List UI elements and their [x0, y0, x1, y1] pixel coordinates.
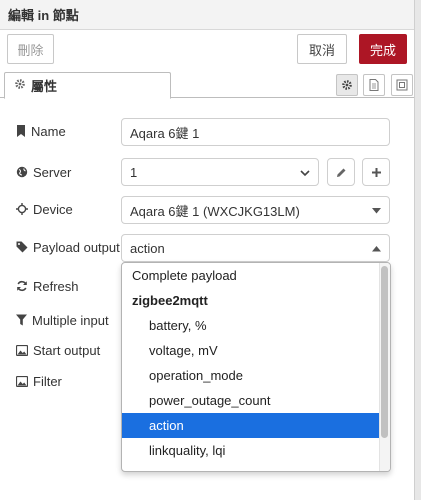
caret-up-icon: [372, 246, 381, 252]
tab-properties[interactable]: 屬性: [4, 72, 171, 99]
delete-button[interactable]: 刪除: [7, 34, 54, 64]
chevron-down-icon: [300, 170, 310, 177]
filter-icon: [16, 314, 27, 326]
tag-icon: [16, 241, 28, 253]
multiple-input-label: Multiple input: [16, 310, 109, 330]
refresh-label: Refresh: [16, 276, 79, 296]
dropdown-option[interactable]: Complete payload: [122, 263, 380, 288]
done-button[interactable]: 完成: [359, 34, 407, 64]
dropdown-option[interactable]: linkquality, lqi: [122, 438, 380, 463]
filter-label: Filter: [16, 371, 62, 391]
plus-icon: [371, 167, 381, 177]
start-output-label: Start output: [16, 340, 100, 360]
settings-tab-icon[interactable]: [336, 74, 358, 96]
dropdown-option[interactable]: battery, %: [122, 313, 380, 338]
dropdown-option[interactable]: power_outage_count: [122, 388, 380, 413]
image-icon: [16, 375, 28, 387]
editor-title-text: 編輯 in 節點: [8, 8, 79, 23]
cancel-button[interactable]: 取消: [297, 34, 347, 64]
payload-output-label: Payload output: [16, 237, 120, 257]
refresh-icon: [17, 280, 27, 292]
dropdown-scroll-thumb[interactable]: [381, 266, 388, 438]
payload-output-dropdown: Complete payload zigbee2mqtt battery, % …: [121, 262, 391, 472]
device-label: Device: [16, 199, 73, 219]
dropdown-option-selected[interactable]: action: [122, 413, 380, 438]
tab-properties-label: 屬性: [31, 79, 58, 94]
appearance-tab-icon[interactable]: [391, 74, 413, 96]
description-tab-icon[interactable]: [363, 74, 385, 96]
name-label: Name: [16, 121, 66, 141]
document-icon: [369, 79, 379, 91]
globe-icon: [16, 166, 28, 178]
pencil-icon: [336, 168, 345, 177]
add-server-button[interactable]: [362, 158, 390, 186]
device-select[interactable]: Aqara 6鍵 1 (WXCJKG13LM): [121, 196, 390, 224]
bookmark-icon: [17, 125, 25, 137]
caret-down-icon: [372, 208, 381, 214]
action-bar: 刪除 取消 完成: [0, 30, 414, 70]
payload-output-select[interactable]: action: [121, 234, 390, 262]
right-edge: [414, 0, 421, 500]
editor-title: 編輯 in 節點: [0, 0, 421, 30]
server-label: Server: [16, 162, 71, 182]
frame-icon: [396, 79, 408, 91]
image-icon: [16, 344, 28, 356]
gear-icon: [342, 80, 352, 90]
gear-icon: [14, 78, 26, 93]
dropdown-option[interactable]: operation_mode: [122, 363, 380, 388]
dropdown-group-header: zigbee2mqtt: [132, 293, 208, 308]
server-select[interactable]: 1: [121, 158, 319, 186]
crosshair-icon: [16, 203, 28, 215]
name-input[interactable]: Aqara 6鍵 1: [121, 118, 390, 146]
dropdown-scrollbar[interactable]: [379, 263, 390, 471]
edit-server-button[interactable]: [327, 158, 355, 186]
dropdown-option[interactable]: voltage, mV: [122, 338, 380, 363]
tab-strip: 屬性: [0, 70, 414, 99]
